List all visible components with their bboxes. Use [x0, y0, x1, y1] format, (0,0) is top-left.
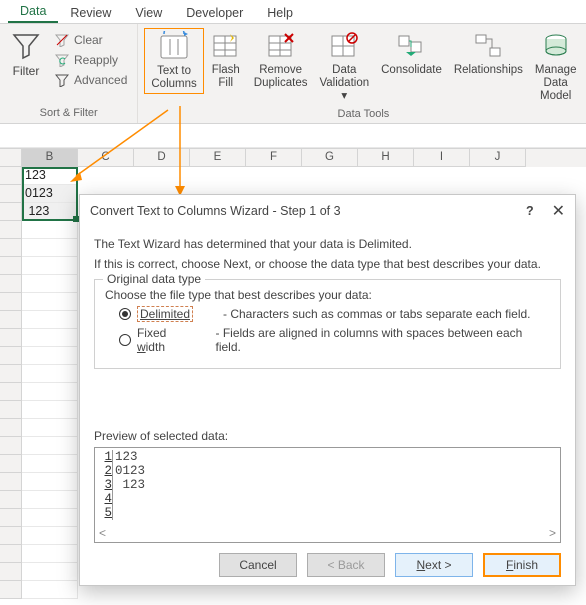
remove-duplicates-icon — [265, 30, 297, 62]
funnel-icon — [10, 30, 42, 62]
text-to-columns-button[interactable]: Text to Columns — [144, 28, 203, 94]
tab-data[interactable]: Data — [8, 0, 58, 23]
radio-delimited-label: Delimited — [140, 307, 190, 321]
flash-fill-button[interactable]: Flash Fill — [204, 28, 248, 92]
col-header-C[interactable]: C — [78, 149, 134, 167]
col-header-J[interactable]: J — [470, 149, 526, 167]
col-header-F[interactable]: F — [246, 149, 302, 167]
radio-fixed-desc: - Fields are aligned in columns with spa… — [216, 326, 551, 354]
group-label-data-tools: Data Tools — [144, 106, 582, 122]
column-headers: B C D E F G H I J — [0, 149, 586, 167]
remove-duplicates-button[interactable]: Remove Duplicates — [248, 28, 314, 92]
manage-data-model-button[interactable]: Manage Data Model — [529, 28, 583, 106]
advanced-icon — [54, 72, 70, 88]
dropdown-icon: ▾ — [341, 90, 347, 102]
tab-view[interactable]: View — [123, 2, 174, 23]
radio-delimited-desc: - Characters such as commas or tabs sepa… — [223, 307, 530, 321]
col-header-H[interactable]: H — [358, 149, 414, 167]
radio-icon — [119, 308, 131, 320]
flash-fill-icon — [210, 30, 242, 62]
radio-fixed-width[interactable]: Fixed width - Fields are aligned in colu… — [119, 326, 550, 354]
ribbon-tabs: Data Review View Developer Help — [0, 0, 586, 24]
dialog-intro-1: The Text Wizard has determined that your… — [94, 237, 561, 251]
original-data-type-group: Original data type Choose the file type … — [94, 279, 561, 369]
group-sort-filter: Filter Clear Reapply Advanced Sort & Fil… — [0, 24, 138, 123]
radio-fixed-label: Fixed width — [137, 326, 198, 354]
dialog-title: Convert Text to Columns Wizard - Step 1 … — [90, 204, 341, 218]
ribbon: Filter Clear Reapply Advanced Sort & Fil… — [0, 24, 586, 124]
data-validation-icon — [328, 30, 360, 62]
relationships-button[interactable]: Relationships — [448, 28, 529, 79]
cancel-button[interactable]: Cancel — [219, 553, 297, 577]
cell-B1[interactable]: 123 — [22, 167, 78, 185]
filter-label: Filter — [13, 64, 40, 78]
cell-B3[interactable]: 123 — [22, 203, 78, 221]
data-validation-button[interactable]: Data Validation ▾ — [313, 28, 375, 106]
reapply-button[interactable]: Reapply — [54, 52, 127, 68]
tab-review[interactable]: Review — [58, 2, 123, 23]
filetype-prompt: Choose the file type that best describes… — [105, 288, 550, 302]
fieldset-legend: Original data type — [103, 272, 205, 286]
cell-B2[interactable]: 0123 — [22, 185, 78, 203]
reapply-icon — [54, 52, 70, 68]
col-header-E[interactable]: E — [190, 149, 246, 167]
relationships-icon — [472, 30, 504, 62]
col-header-I[interactable]: I — [414, 149, 470, 167]
group-data-tools: Text to Columns Flash Fill Remove Duplic… — [138, 24, 586, 123]
text-to-columns-label: Text to Columns — [151, 65, 196, 91]
text-to-columns-dialog: Convert Text to Columns Wizard - Step 1 … — [79, 194, 576, 586]
col-header-B[interactable]: B — [22, 149, 78, 167]
col-header-D[interactable]: D — [134, 149, 190, 167]
scroll-right-icon[interactable]: > — [549, 526, 556, 540]
tab-developer[interactable]: Developer — [174, 2, 255, 23]
data-model-icon — [540, 30, 572, 62]
next-button[interactable]: Next > — [395, 553, 473, 577]
clear-icon — [54, 32, 70, 48]
tab-help[interactable]: Help — [255, 2, 305, 23]
group-label-sort-filter: Sort & Filter — [6, 105, 131, 121]
radio-icon — [119, 334, 131, 346]
consolidate-button[interactable]: Consolidate — [375, 28, 448, 79]
col-header-G[interactable]: G — [302, 149, 358, 167]
preview-box: 1123 20123 3 123 4 5 < > — [94, 447, 561, 543]
dialog-intro-2: If this is correct, choose Next, or choo… — [94, 257, 561, 271]
preview-label: Preview of selected data: — [94, 429, 561, 443]
advanced-button[interactable]: Advanced — [54, 72, 127, 88]
back-button: < Back — [307, 553, 385, 577]
help-button[interactable]: ? — [526, 204, 534, 218]
radio-delimited[interactable]: Delimited - Characters such as commas or… — [119, 306, 550, 322]
close-button[interactable]: ✕ — [552, 201, 565, 221]
filter-button[interactable]: Filter — [6, 28, 46, 80]
text-to-columns-icon — [158, 31, 190, 63]
finish-button[interactable]: Finish — [483, 553, 561, 577]
clear-button[interactable]: Clear — [54, 32, 127, 48]
consolidate-icon — [395, 30, 427, 62]
scroll-left-icon[interactable]: < — [99, 526, 106, 540]
